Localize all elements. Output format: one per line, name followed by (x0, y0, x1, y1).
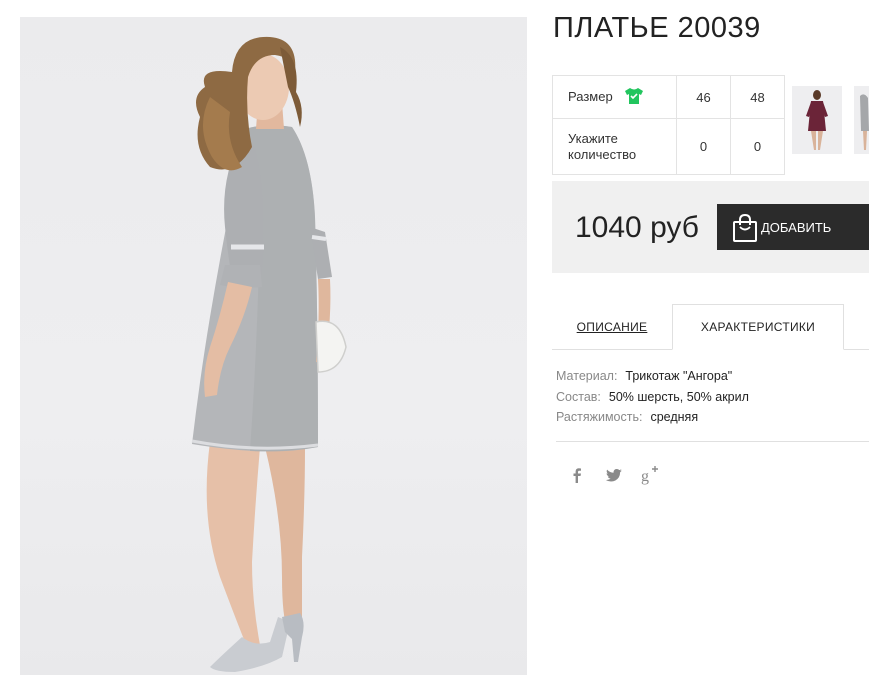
google-plus-icon[interactable]: g (640, 464, 662, 486)
characteristic-key: Состав: (556, 389, 601, 404)
svg-text:g: g (641, 468, 649, 485)
quantity-input-46[interactable]: 0 (676, 118, 731, 175)
size-quantity-table: Размер 46 48 Укажите количество 0 0 (552, 75, 785, 175)
tshirt-icon[interactable] (624, 87, 644, 108)
characteristic-row: Материал: Трикотаж "Ангора" (556, 366, 749, 387)
product-tabs: ОПИСАНИЕ ХАРАКТЕРИСТИКИ (552, 304, 869, 350)
size-label: Размер (568, 88, 613, 104)
size-48[interactable]: 48 (730, 75, 785, 119)
characteristic-key: Растяжимость: (556, 410, 643, 424)
thumbnail-2[interactable] (854, 86, 869, 154)
quantity-input-48[interactable]: 0 (730, 118, 785, 175)
characteristics-list: Материал: Трикотаж "Ангора" Состав: 50% ше… (556, 366, 749, 428)
characteristic-row: Состав: 50% шерсть, 50% акрил (556, 387, 749, 408)
add-to-cart-label: ДОБАВИТЬ (761, 219, 832, 235)
product-price: 1040 руб (575, 211, 699, 244)
divider (556, 441, 869, 442)
facebook-icon[interactable] (566, 464, 588, 486)
price-panel: 1040 руб ДОБАВИТЬ (552, 181, 869, 273)
quantity-row: Укажите количество 0 0 (552, 118, 785, 175)
characteristic-row: Растяжимость: средняя (556, 407, 749, 428)
characteristic-value: средняя (650, 410, 699, 424)
size-row: Размер 46 48 (552, 75, 785, 119)
quantity-label: Укажите количество (552, 118, 677, 175)
shopping-bag-icon (733, 213, 757, 242)
twitter-icon[interactable] (603, 464, 625, 486)
size-label-cell: Размер (552, 75, 677, 119)
tab-characteristics[interactable]: ХАРАКТЕРИСТИКИ (672, 304, 844, 350)
characteristic-key: Материал: (556, 369, 618, 383)
product-title: ПЛАТЬЕ 20039 (553, 12, 761, 44)
characteristic-value: Трикотаж "Ангора" (625, 369, 733, 383)
product-main-photo[interactable] (20, 17, 527, 675)
thumbnail-1[interactable] (792, 86, 842, 154)
model-illustration (191, 36, 347, 672)
add-to-cart-button[interactable]: ДОБАВИТЬ (717, 204, 869, 250)
size-46[interactable]: 46 (676, 75, 731, 119)
characteristic-value: 50% шерсть, 50% акрил (608, 389, 749, 404)
tab-description[interactable]: ОПИСАНИЕ (552, 304, 672, 349)
